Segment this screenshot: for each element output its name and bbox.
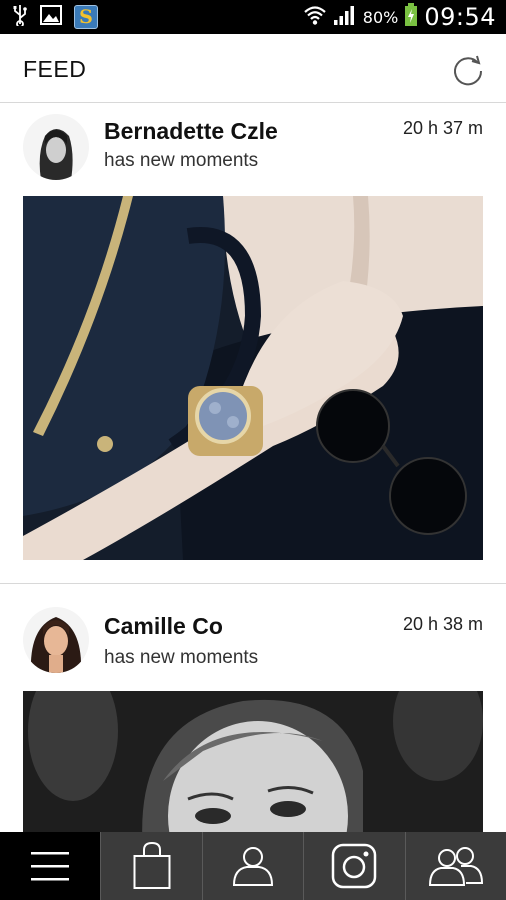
app-s-icon: S <box>74 5 98 29</box>
wifi-icon <box>303 4 327 31</box>
menu-icon <box>31 852 70 881</box>
refresh-icon <box>454 55 483 86</box>
nav-friends-button[interactable] <box>404 832 506 900</box>
post-timestamp: 20 h 37 m <box>402 118 483 138</box>
post-subtitle: has new moments <box>104 150 259 171</box>
post-timestamp: 20 h 38 m <box>402 614 483 634</box>
user-name[interactable]: Bernadette Czle <box>104 118 278 145</box>
feed-post[interactable]: Bernadette Czle has new moments 20 h 37 … <box>0 104 506 584</box>
feed-list[interactable]: Bernadette Czle has new moments 20 h 37 … <box>0 104 506 832</box>
post-photo[interactable] <box>23 196 483 560</box>
user-name[interactable]: Camille Co <box>104 613 223 640</box>
nav-menu-button[interactable] <box>0 832 101 900</box>
nav-instagram-button[interactable] <box>303 832 404 900</box>
profile-icon <box>233 847 274 886</box>
usb-icon <box>12 4 28 31</box>
avatar[interactable] <box>23 607 89 673</box>
clock: 09:54 <box>424 3 496 31</box>
gallery-icon <box>40 4 62 30</box>
nav-shop-button[interactable] <box>100 832 201 900</box>
post-subtitle: has new moments <box>104 647 259 668</box>
battery-charging-icon <box>404 2 418 32</box>
feed-post[interactable]: Camille Co has new moments 20 h 38 m <box>0 585 506 832</box>
battery-percent: 80% <box>362 7 399 27</box>
nav-profile-button[interactable] <box>201 832 303 900</box>
page-title: FEED <box>23 56 87 82</box>
app-header: FEED <box>0 34 506 103</box>
refresh-button[interactable] <box>450 52 486 88</box>
shopping-bag-icon <box>133 842 171 889</box>
signal-icon <box>333 4 357 31</box>
avatar[interactable] <box>23 114 89 180</box>
system-status: 80% 09:54 <box>303 2 496 32</box>
status-bar: S 80% 09:54 <box>0 0 506 34</box>
friends-icon <box>428 847 483 886</box>
notification-icons: S <box>12 4 98 31</box>
bottom-navigation <box>0 832 506 900</box>
instagram-icon <box>332 843 377 889</box>
post-photo[interactable] <box>23 691 483 832</box>
